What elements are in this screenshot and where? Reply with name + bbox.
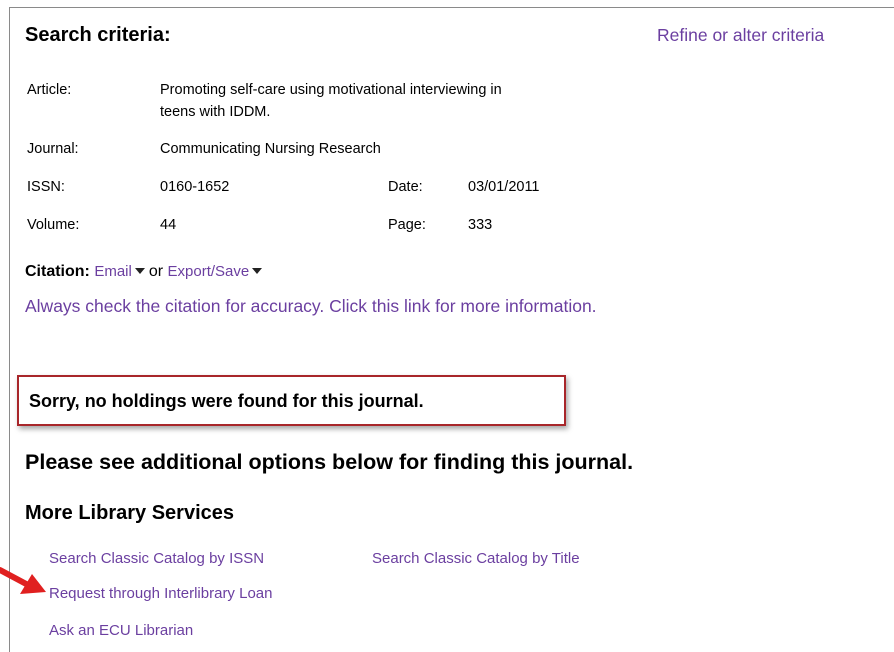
red-arrow-icon <box>0 567 46 594</box>
article-title-line1: Promoting self-care using motivational i… <box>160 82 502 98</box>
additional-options-message: Please see additional options below for … <box>25 450 634 474</box>
search-classic-catalog-issn-link[interactable]: Search Classic Catalog by ISSN <box>49 550 264 568</box>
email-link-label: Email <box>94 263 132 280</box>
no-holdings-message: Sorry, no holdings were found for this j… <box>29 391 424 411</box>
citation-row: Citation: Email or Export/Save <box>25 262 266 282</box>
no-holdings-notice-box: Sorry, no holdings were found for this j… <box>17 375 566 426</box>
email-dropdown[interactable]: Email <box>94 263 149 280</box>
ask-ecu-librarian-link[interactable]: Ask an ECU Librarian <box>49 622 193 640</box>
journal-value: Communicating Nursing Research <box>160 141 381 157</box>
citation-accuracy-link[interactable]: Always check the citation for accuracy. … <box>25 294 665 319</box>
issn-label: ISSN: <box>27 179 65 195</box>
page: Search criteria: Refine or alter criteri… <box>0 0 894 652</box>
page-value: 333 <box>468 217 493 233</box>
search-criteria-heading: Search criteria: <box>25 24 171 46</box>
more-library-services-heading: More Library Services <box>25 502 234 524</box>
volume-label: Volume: <box>27 217 80 233</box>
citation-label: Citation: <box>25 263 90 280</box>
article-label: Article: <box>27 82 72 98</box>
export-save-label: Export/Save <box>167 263 250 280</box>
date-value: 03/01/2011 <box>468 179 540 195</box>
interlibrary-loan-link[interactable]: Request through Interlibrary Loan <box>49 585 272 603</box>
page-label: Page: <box>388 217 426 233</box>
issn-value: 0160-1652 <box>160 179 230 195</box>
search-classic-catalog-title-link[interactable]: Search Classic Catalog by Title <box>372 550 580 568</box>
article-title-line2: teens with IDDM. <box>160 104 271 120</box>
or-text: or <box>148 263 164 280</box>
chevron-down-icon <box>134 268 145 275</box>
chevron-down-icon <box>252 268 263 275</box>
journal-label: Journal: <box>27 141 79 157</box>
arrow-shaft <box>0 567 33 589</box>
date-label: Date: <box>388 179 423 195</box>
refine-criteria-link[interactable]: Refine or alter criteria <box>657 24 824 46</box>
volume-value: 44 <box>160 217 177 233</box>
export-save-dropdown[interactable]: Export/Save <box>168 263 267 280</box>
